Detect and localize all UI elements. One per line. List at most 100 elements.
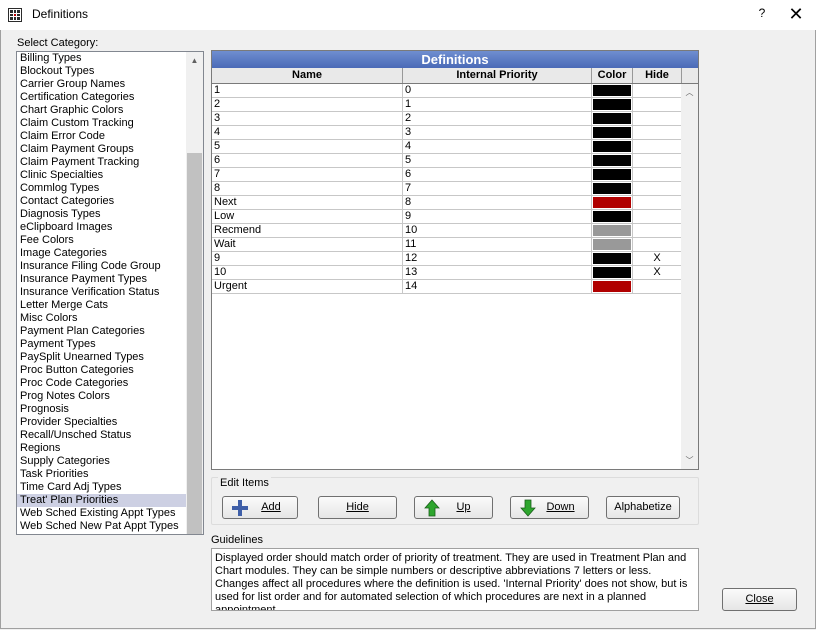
cell-internal-priority: 4 <box>403 140 592 153</box>
hide-button-label: Hide <box>346 501 369 513</box>
category-list-scrollbar[interactable]: ▲ <box>186 52 203 534</box>
category-item[interactable]: Insurance Verification Status <box>17 286 187 299</box>
category-item[interactable]: Recall/Unsched Status <box>17 429 187 442</box>
cell-name: 8 <box>212 182 403 195</box>
hide-button[interactable]: Hide <box>318 496 397 519</box>
cell-color <box>592 266 633 279</box>
category-item[interactable]: Fee Colors <box>17 234 187 247</box>
cell-hide <box>633 98 682 111</box>
category-item[interactable]: Chart Graphic Colors <box>17 104 187 117</box>
category-item[interactable]: Carrier Group Names <box>17 78 187 91</box>
close-button-label: Close <box>745 593 774 605</box>
cell-color <box>592 126 633 139</box>
color-swatch <box>593 239 631 250</box>
column-header-internal-priority[interactable]: Internal Priority <box>403 68 592 83</box>
table-row[interactable]: 10 <box>212 84 698 98</box>
category-item[interactable]: Web Sched New Pat Appt Types <box>17 520 187 533</box>
category-item[interactable]: Time Card Adj Types <box>17 481 187 494</box>
category-item[interactable]: Image Categories <box>17 247 187 260</box>
table-row[interactable]: Urgent 14 <box>212 280 698 294</box>
column-header-hide[interactable]: Hide <box>633 68 682 83</box>
edit-items-title: Edit Items <box>218 477 271 489</box>
category-item[interactable]: Prog Notes Colors <box>17 390 187 403</box>
grid-scrollbar[interactable]: ︿ ﹀ <box>681 84 698 469</box>
cell-hide <box>633 196 682 209</box>
category-item[interactable]: Blockout Types <box>17 65 187 78</box>
cell-internal-priority: 10 <box>403 224 592 237</box>
cell-internal-priority: 9 <box>403 210 592 223</box>
cell-internal-priority: 12 <box>403 252 592 265</box>
cell-name: Wait <box>212 238 403 251</box>
down-button[interactable]: Down <box>510 496 589 519</box>
table-row[interactable]: Recmend 10 <box>212 224 698 238</box>
category-item[interactable]: Commlog Types <box>17 182 187 195</box>
table-row[interactable]: 76 <box>212 168 698 182</box>
category-item[interactable]: Certification Categories <box>17 91 187 104</box>
category-item[interactable]: Supply Categories <box>17 455 187 468</box>
table-row[interactable]: Wait 11 <box>212 238 698 252</box>
category-item[interactable]: Provider Specialties <box>17 416 187 429</box>
table-row[interactable]: 65 <box>212 154 698 168</box>
category-item[interactable]: Insurance Filing Code Group <box>17 260 187 273</box>
select-category-label: Select Category: <box>17 37 99 49</box>
color-swatch <box>593 197 631 208</box>
category-list[interactable]: Billing Types Blockout Types Carrier Group… <box>16 51 204 535</box>
category-item[interactable]: eClipboard Images <box>17 221 187 234</box>
cell-name: 7 <box>212 168 403 181</box>
category-item[interactable]: Treat' Plan Priorities <box>17 494 187 507</box>
category-item[interactable]: Prognosis <box>17 403 187 416</box>
scrollbar-thumb[interactable] <box>187 153 202 534</box>
cell-color <box>592 98 633 111</box>
category-item[interactable]: Payment Types <box>17 338 187 351</box>
table-row[interactable]: 9 12 X <box>212 252 698 266</box>
category-item[interactable]: Misc Colors <box>17 312 187 325</box>
table-row[interactable]: 87 <box>212 182 698 196</box>
help-button[interactable]: ? <box>752 6 772 24</box>
alphabetize-button[interactable]: Alphabetize <box>606 496 680 519</box>
category-item[interactable]: Billing Types <box>17 52 187 65</box>
table-row[interactable]: 21 <box>212 98 698 112</box>
window-close-button[interactable]: ✕ <box>782 4 810 26</box>
up-button[interactable]: Up <box>414 496 493 519</box>
cell-internal-priority: 8 <box>403 196 592 209</box>
table-row[interactable]: 54 <box>212 140 698 154</box>
table-row[interactable]: Low 9 <box>212 210 698 224</box>
grid-scroll-down-arrow-icon[interactable]: ﹀ <box>681 452 698 469</box>
table-row[interactable]: 10 13 X <box>212 266 698 280</box>
cell-hide <box>633 224 682 237</box>
title-bar: Definitions ? ✕ <box>0 0 816 31</box>
category-item[interactable]: Payment Plan Categories <box>17 325 187 338</box>
category-item[interactable]: Claim Payment Tracking <box>17 156 187 169</box>
table-row[interactable]: 32 <box>212 112 698 126</box>
cell-hide <box>633 238 682 251</box>
category-item[interactable]: Claim Error Code <box>17 130 187 143</box>
add-button[interactable]: Add <box>222 496 298 519</box>
column-header-name[interactable]: Name <box>212 68 403 83</box>
cell-color <box>592 112 633 125</box>
color-swatch <box>593 169 631 180</box>
category-item[interactable]: Web Sched Existing Appt Types <box>17 507 187 520</box>
grid-scroll-up-arrow-icon[interactable]: ︿ <box>681 84 698 101</box>
cell-name: 9 <box>212 252 403 265</box>
category-item[interactable]: Claim Payment Groups <box>17 143 187 156</box>
category-item[interactable]: Task Priorities <box>17 468 187 481</box>
category-item[interactable]: Regions <box>17 442 187 455</box>
category-item[interactable]: Contact Categories <box>17 195 187 208</box>
cell-name: 10 <box>212 266 403 279</box>
category-item[interactable]: Proc Button Categories <box>17 364 187 377</box>
close-button[interactable]: Close <box>722 588 797 611</box>
category-item[interactable]: PaySplit Unearned Types <box>17 351 187 364</box>
cell-color <box>592 210 633 223</box>
category-item[interactable]: Proc Code Categories <box>17 377 187 390</box>
category-item[interactable]: Letter Merge Cats <box>17 299 187 312</box>
table-row[interactable]: 43 <box>212 126 698 140</box>
scroll-up-arrow-icon[interactable]: ▲ <box>186 52 203 69</box>
grid-title: Definitions <box>212 51 698 68</box>
table-row[interactable]: Next 8 <box>212 196 698 210</box>
category-item[interactable]: Insurance Payment Types <box>17 273 187 286</box>
category-item[interactable]: Claim Custom Tracking <box>17 117 187 130</box>
category-item[interactable]: Clinic Specialties <box>17 169 187 182</box>
column-header-color[interactable]: Color <box>592 68 633 83</box>
color-swatch <box>593 253 631 264</box>
category-item[interactable]: Diagnosis Types <box>17 208 187 221</box>
